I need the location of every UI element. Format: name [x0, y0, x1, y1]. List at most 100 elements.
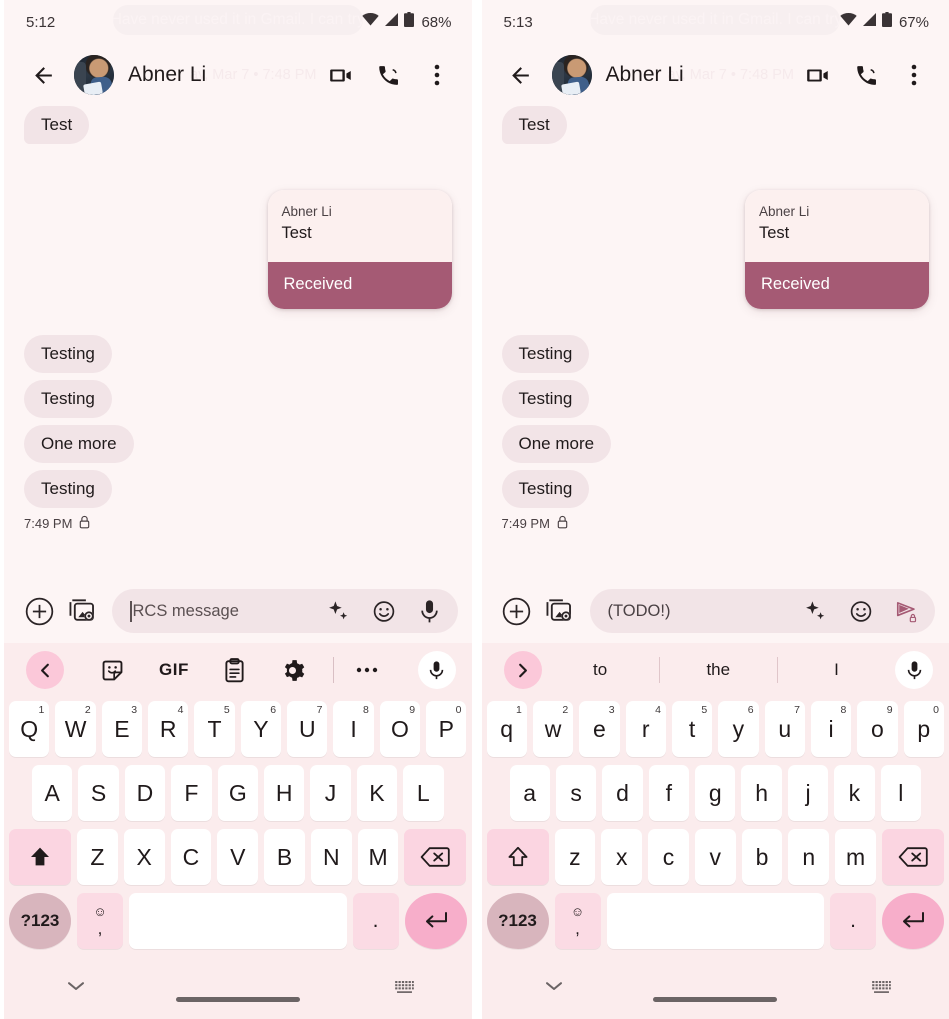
key-W[interactable]: 2W	[55, 701, 96, 757]
chevron-down-icon[interactable]	[544, 979, 564, 997]
key-L[interactable]: L	[403, 765, 444, 821]
magic-compose-sparkle-icon[interactable]	[803, 599, 827, 623]
key-t[interactable]: 5t	[671, 701, 713, 757]
key-a[interactable]: a	[509, 765, 550, 821]
symbols-key[interactable]: ?123	[486, 893, 549, 949]
message-input-pill[interactable]: (TODO!)	[589, 589, 935, 633]
phone-call-icon[interactable]	[376, 62, 402, 88]
key-U[interactable]: 7U	[287, 701, 328, 757]
gear-icon[interactable]	[280, 658, 305, 683]
message-bubble[interactable]: Testing	[24, 380, 112, 419]
message-bubble[interactable]: Testing	[501, 335, 590, 374]
key-E[interactable]: 3E	[101, 701, 143, 757]
key-b[interactable]: b	[741, 829, 783, 885]
hide-keyboard-icon[interactable]	[872, 981, 891, 1000]
message-bubble[interactable]: Test	[24, 106, 90, 144]
spacebar-key[interactable]	[129, 893, 347, 949]
key-F[interactable]: F	[171, 765, 212, 821]
key-D[interactable]: D	[124, 765, 166, 821]
key-r[interactable]: 4r	[625, 701, 666, 757]
message-bubble[interactable]: Testing	[501, 470, 590, 509]
overflow-menu-icon[interactable]	[901, 62, 927, 88]
key-o[interactable]: 9o	[857, 701, 898, 757]
back-arrow-icon[interactable]	[506, 60, 536, 90]
message-bubble[interactable]: Testing	[24, 470, 112, 509]
key-S[interactable]: S	[78, 765, 119, 821]
phone-call-icon[interactable]	[853, 62, 879, 88]
key-z[interactable]: z	[554, 829, 596, 885]
key-s[interactable]: s	[555, 765, 597, 821]
key-p[interactable]: 0p	[903, 701, 944, 757]
message-input-text[interactable]: RCS message	[133, 602, 326, 621]
key-R[interactable]: 4R	[148, 701, 189, 757]
overflow-menu-icon[interactable]	[424, 62, 450, 88]
spacebar-key[interactable]	[606, 893, 824, 949]
key-V[interactable]: V	[217, 829, 259, 885]
key-k[interactable]: k	[834, 765, 875, 821]
comma-key[interactable]: ☺,	[77, 893, 123, 949]
key-j[interactable]: j	[787, 765, 829, 821]
key-n[interactable]: n	[788, 829, 830, 885]
hide-keyboard-icon[interactable]	[394, 981, 414, 1000]
key-d[interactable]: d	[602, 765, 643, 821]
key-y[interactable]: 6y	[718, 701, 759, 757]
key-G[interactable]: G	[217, 765, 258, 821]
key-I[interactable]: 8I	[333, 701, 374, 757]
key-B[interactable]: B	[264, 829, 305, 885]
key-T[interactable]: 5T	[194, 701, 235, 757]
gallery-camera-icon[interactable]	[546, 596, 576, 626]
message-bubble[interactable]: One more	[501, 425, 612, 464]
key-X[interactable]: X	[123, 829, 165, 885]
clipboard-icon[interactable]	[223, 657, 246, 683]
sticker-icon[interactable]	[100, 658, 125, 683]
voice-input-icon[interactable]	[895, 651, 933, 689]
key-Z[interactable]: Z	[77, 829, 118, 885]
message-input-pill[interactable]: RCS message	[112, 589, 458, 633]
key-K[interactable]: K	[356, 765, 398, 821]
message-bubble[interactable]: Test	[501, 106, 567, 144]
shift-key[interactable]	[486, 829, 549, 885]
contact-name[interactable]: Abner Li	[606, 63, 684, 87]
key-Q[interactable]: 1Q	[9, 701, 50, 757]
contact-name[interactable]: Abner Li	[128, 63, 206, 87]
message-bubble[interactable]: Testing	[501, 380, 590, 419]
rich-card[interactable]: Abner Li Test Received	[267, 190, 452, 310]
symbols-key[interactable]: ?123	[9, 893, 71, 949]
key-P[interactable]: 0P	[426, 701, 467, 757]
key-C[interactable]: C	[170, 829, 212, 885]
key-M[interactable]: M	[357, 829, 399, 885]
emoji-icon[interactable]	[849, 599, 873, 623]
video-call-icon[interactable]	[805, 62, 831, 88]
chevron-right-icon[interactable]	[503, 651, 542, 689]
key-A[interactable]: A	[32, 765, 73, 821]
key-O[interactable]: 9O	[379, 701, 421, 757]
message-bubble[interactable]: Testing	[24, 335, 112, 374]
add-attachment-icon[interactable]	[502, 596, 532, 626]
add-attachment-icon[interactable]	[24, 596, 54, 626]
key-f[interactable]: f	[648, 765, 690, 821]
video-call-icon[interactable]	[328, 62, 354, 88]
emoji-icon[interactable]	[372, 599, 396, 623]
enter-key[interactable]	[404, 893, 467, 949]
key-u[interactable]: 7u	[764, 701, 805, 757]
message-bubble[interactable]: One more	[24, 425, 134, 464]
chevron-left-icon[interactable]	[26, 651, 64, 689]
gesture-handle[interactable]	[175, 997, 300, 1002]
key-J[interactable]: J	[310, 765, 351, 821]
key-q[interactable]: 1q	[486, 701, 527, 757]
magic-compose-sparkle-icon[interactable]	[326, 599, 350, 623]
key-N[interactable]: N	[310, 829, 352, 885]
suggestion-chip[interactable]: to	[542, 660, 659, 680]
period-key[interactable]: .	[830, 893, 876, 949]
gesture-handle[interactable]	[653, 997, 778, 1002]
gif-label[interactable]: GIF	[159, 660, 189, 680]
key-x[interactable]: x	[601, 829, 643, 885]
key-i[interactable]: 8i	[810, 701, 852, 757]
backspace-key[interactable]	[404, 829, 467, 885]
key-v[interactable]: v	[694, 829, 736, 885]
gif-label[interactable]: GIF	[159, 660, 189, 680]
send-encrypted-icon[interactable]	[895, 599, 919, 623]
key-g[interactable]: g	[695, 765, 736, 821]
message-input-text[interactable]: (TODO!)	[608, 602, 804, 621]
suggestion-chip[interactable]: I	[778, 660, 895, 680]
